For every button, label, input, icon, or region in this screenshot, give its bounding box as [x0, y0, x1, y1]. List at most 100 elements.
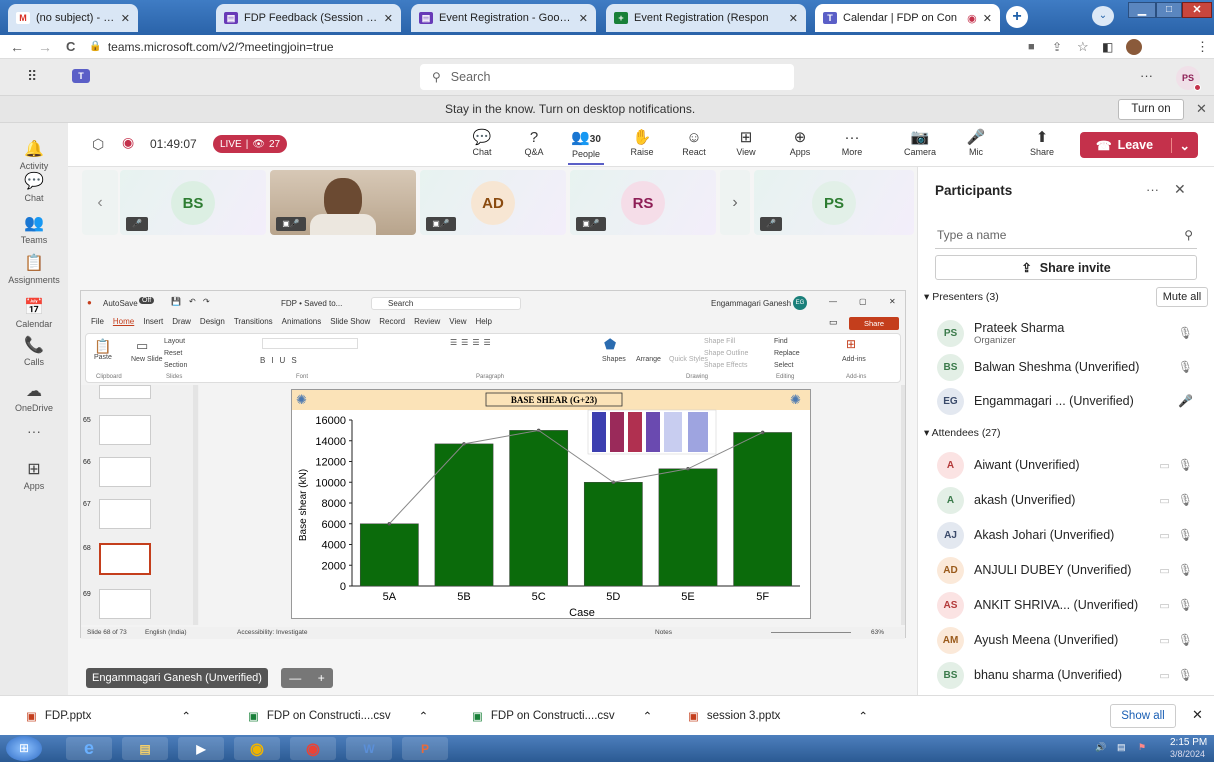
more-options-icon[interactable]: ··· [1140, 68, 1153, 83]
participant-tile[interactable]: AD ▣🎤 [420, 170, 566, 235]
mic-off-icon[interactable]: 🎙 [1178, 633, 1193, 647]
mic-off-icon[interactable]: 🎙 [1178, 668, 1193, 682]
font-name-box[interactable] [262, 338, 358, 349]
camera-button[interactable]: 📷 Camera [902, 129, 938, 157]
close-tab-icon[interactable]: ✕ [384, 12, 393, 25]
accessibility-status[interactable]: Accessibility: Investigate [237, 629, 307, 636]
new-tab-button[interactable]: + [1006, 6, 1028, 28]
rail-apps[interactable]: ⊞ Apps [0, 459, 68, 491]
chrome-profile-icon[interactable]: ◉ [290, 737, 336, 760]
mic-button[interactable]: 🎤 Mic [958, 129, 994, 157]
minimize-button[interactable]: ▁ [1128, 2, 1156, 18]
participant-row[interactable]: AD ANJULI DUBEY (Unverified) ▭ 🎙 [918, 552, 1214, 588]
more-options-icon[interactable]: ··· [1146, 182, 1159, 197]
participant-row[interactable]: AM Ayush Meena (Unverified) ▭ 🎙 [918, 622, 1214, 658]
find-button[interactable]: Find [774, 338, 788, 345]
ppt-menu-item[interactable]: File [91, 317, 104, 331]
participant-tile[interactable]: BS 🎤 [120, 170, 266, 235]
slide-thumbnail[interactable] [99, 415, 151, 445]
mic-off-icon[interactable]: 🎙 [1178, 458, 1193, 472]
browser-tab[interactable]: ▤ Event Registration - Google ✕ [411, 4, 596, 32]
ppt-menu-item[interactable]: Transitions [234, 317, 273, 331]
show-all-button[interactable]: Show all [1110, 704, 1176, 728]
slide-scrollbar[interactable] [901, 385, 905, 625]
browser-tab[interactable]: M (no subject) - prateek.sharr✕ [8, 4, 138, 32]
participant-row[interactable]: AS ANKIT SHRIVA... (Unverified) ▭ 🎙 [918, 587, 1214, 623]
layout-button[interactable]: Layout [164, 338, 185, 345]
mute-all-button[interactable]: Mute all [1156, 287, 1208, 307]
turn-on-button[interactable]: Turn on [1118, 99, 1184, 120]
back-icon[interactable]: ← [10, 39, 24, 55]
zoom-in-icon[interactable]: + [318, 671, 325, 685]
zoom-controls[interactable]: — + [281, 668, 333, 688]
attendees-header[interactable]: ▾ Attendees (27) [924, 427, 1001, 439]
participant-tile[interactable]: RS ▣🎤 [570, 170, 716, 235]
participant-tile[interactable]: PS 🎤 [754, 170, 914, 235]
shapes-icon[interactable]: ⬟ [604, 336, 616, 353]
ppt-menu-item[interactable]: Draw [172, 317, 191, 331]
tab-search-icon[interactable]: ⌄ [1092, 6, 1114, 26]
download-item[interactable]: ▣ FDP.pptx ⌃ [26, 704, 191, 728]
zoom-out-icon[interactable]: — [289, 671, 301, 685]
mic-on-icon[interactable]: 🎤 [1178, 394, 1193, 408]
ppt-menu-item[interactable]: Slide Show [330, 317, 370, 331]
bookmark-star-icon[interactable]: ☆ [1077, 39, 1089, 55]
clock-time[interactable]: 2:15 PM [1170, 737, 1207, 748]
reset-button[interactable]: Reset [164, 350, 182, 357]
slide-thumbnail[interactable] [99, 385, 151, 399]
participant-row[interactable]: Aakash (Unverified) ▭ 🎙 [918, 482, 1214, 518]
ppt-menu-item[interactable]: Help [476, 317, 492, 331]
ppt-menu-item[interactable]: Review [414, 317, 440, 331]
mic-off-icon[interactable]: 🎙 [1178, 360, 1193, 374]
rail-assignments[interactable]: 📋 Assignments [0, 253, 68, 285]
slide-thumbnail[interactable] [99, 499, 151, 529]
rail-more[interactable]: ··· [0, 423, 68, 439]
slide-thumbnail[interactable] [99, 457, 151, 487]
presenters-header[interactable]: ▾ Presenters (3) [924, 291, 999, 303]
action-center-icon[interactable]: ⚑ [1138, 742, 1146, 753]
rail-calls[interactable]: 📞 Calls [0, 335, 68, 367]
shape-effects-button[interactable]: Shape Effects [704, 362, 747, 369]
paste-icon[interactable]: 📋 [94, 338, 111, 355]
search-name-input[interactable]: Type a name ⚲ [935, 221, 1197, 249]
autosave-toggle[interactable]: Off [139, 297, 155, 304]
start-button[interactable]: ⊞ [6, 736, 42, 761]
app-launcher-icon[interactable]: ⠿ [27, 68, 37, 85]
share-invite-button[interactable]: ⇪ Share invite [935, 255, 1197, 280]
chat-button[interactable]: 💬 Chat [464, 129, 500, 157]
ppt-menu-item[interactable]: Insert [143, 317, 163, 331]
ppt-share-button[interactable]: Share [849, 317, 899, 330]
rail-onedrive[interactable]: ☁ OneDrive [0, 381, 68, 413]
shape-fill-button[interactable]: Shape Fill [704, 338, 735, 345]
browser-tab[interactable]: ▤ FDP Feedback (Session 2) - ✕ [216, 4, 401, 32]
mic-off-icon[interactable]: 🎙 [1178, 563, 1193, 577]
media-player-icon[interactable]: ▶ [178, 737, 224, 760]
shape-outline-button[interactable]: Shape Outline [704, 350, 748, 357]
thumbnail-scrollbar[interactable] [193, 385, 198, 625]
participant-row[interactable]: BS Balwan Sheshma (Unverified) 🎙 [918, 349, 1214, 385]
restore-icon[interactable]: ▢ [859, 297, 867, 306]
chevron-down-icon[interactable]: ⌄ [1170, 137, 1190, 153]
participant-video-tile[interactable]: ▣🎤 [270, 170, 416, 235]
leave-button[interactable]: ☎ Leave ⌄ [1080, 132, 1198, 158]
apps-button[interactable]: ⊕ Apps [782, 129, 818, 157]
powerpoint-icon[interactable]: P [402, 737, 448, 760]
font-formatting-buttons[interactable]: BIUS [260, 356, 303, 365]
participant-row[interactable]: EG Engammagari ... (Unverified) 🎤 [918, 383, 1214, 419]
search-box[interactable]: ⚲ Search [420, 64, 794, 90]
slide-thumbnail[interactable] [99, 589, 151, 619]
notes-button[interactable]: Notes [655, 629, 672, 636]
chrome-icon[interactable]: ◉ [234, 737, 280, 760]
new-slide-icon[interactable]: ▭ [136, 338, 148, 354]
network-icon[interactable]: ▤ [1117, 742, 1126, 753]
chevron-left-icon[interactable]: ‹ [82, 170, 118, 235]
more-button[interactable]: ··· More [834, 129, 870, 157]
rail-calendar[interactable]: 📅 Calendar [0, 297, 68, 329]
internet-explorer-icon[interactable]: e [66, 737, 112, 760]
comments-icon[interactable]: ▭ [829, 317, 838, 328]
ppt-menu-item[interactable]: Design [200, 317, 225, 331]
side-panel-icon[interactable]: ◧ [1102, 40, 1113, 54]
share-button[interactable]: ⬆ Share [1024, 129, 1060, 157]
participant-row[interactable]: AJ Akash Johari (Unverified) ▭ 🎙 [918, 517, 1214, 553]
search-input[interactable]: Search [451, 70, 491, 84]
